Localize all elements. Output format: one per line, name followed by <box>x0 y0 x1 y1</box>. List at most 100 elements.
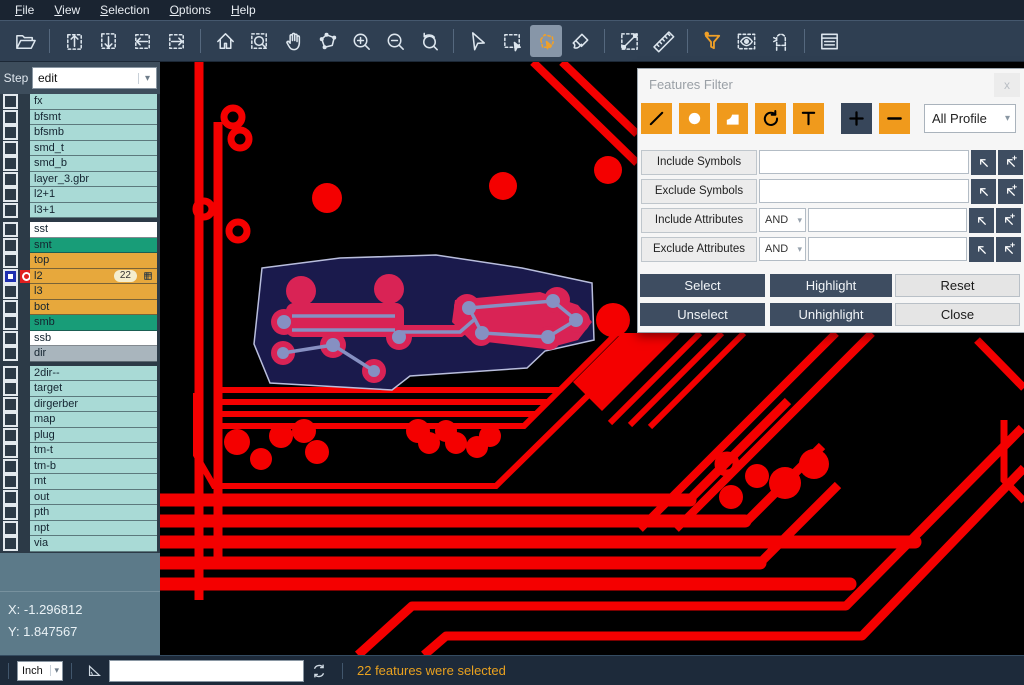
layer-checkbox[interactable] <box>3 238 18 253</box>
features-filter-icon[interactable] <box>696 25 728 57</box>
layer-row-pth[interactable]: pth <box>0 505 160 521</box>
layer-checkbox[interactable] <box>3 284 18 299</box>
layer-row-smd_b[interactable]: smd_b <box>0 156 160 172</box>
close-icon[interactable]: x <box>994 73 1020 97</box>
layer-row-via[interactable]: via <box>0 536 160 552</box>
layer-row-plug[interactable]: plug <box>0 428 160 444</box>
layer-label[interactable]: 2dir-- <box>30 366 157 382</box>
select-button[interactable]: Select <box>640 274 765 297</box>
line-tool-button[interactable] <box>641 103 672 134</box>
brush-icon[interactable] <box>564 25 596 57</box>
layer-label[interactable]: smd_b <box>30 156 157 172</box>
layer-row-l3+1[interactable]: l3+1 <box>0 203 160 219</box>
menu-options[interactable]: Options <box>161 1 220 19</box>
layer-row-l2[interactable]: l222 <box>0 269 160 285</box>
layer-row-fx[interactable]: fx <box>0 94 160 110</box>
layer-row-l2+1[interactable]: l2+1 <box>0 187 160 203</box>
pick-from-canvas-button[interactable] <box>971 179 996 204</box>
close-button[interactable]: Close <box>895 303 1020 326</box>
layer-row-dirgerber[interactable]: dirgerber <box>0 397 160 413</box>
reset-button[interactable]: Reset <box>895 274 1020 297</box>
layer-row-l3[interactable]: l3 <box>0 284 160 300</box>
filter-value-input[interactable] <box>808 208 967 232</box>
home-icon[interactable] <box>209 25 241 57</box>
operator-select[interactable]: AND▾ <box>759 237 806 261</box>
layer-row-layer_3.gbr[interactable]: layer_3.gbr <box>0 172 160 188</box>
layer-checkbox[interactable] <box>3 381 18 396</box>
exclude-symbols-button[interactable]: Exclude Symbols <box>641 179 757 204</box>
add-button[interactable] <box>841 103 872 134</box>
layer-checkbox[interactable] <box>3 366 18 381</box>
layer-label[interactable]: dirgerber <box>30 397 157 413</box>
profile-select[interactable]: All Profile ▾ <box>924 104 1016 133</box>
layer-row-smt[interactable]: smt <box>0 238 160 254</box>
layer-row-ssb[interactable]: ssb <box>0 331 160 347</box>
include-symbols-button[interactable]: Include Symbols <box>641 150 757 175</box>
layer-checkbox[interactable] <box>3 110 18 125</box>
step-select[interactable]: edit ▾ <box>32 67 157 89</box>
pan-hand-icon[interactable] <box>277 25 309 57</box>
zoom-previous-icon[interactable] <box>413 25 445 57</box>
layer-checkbox[interactable] <box>3 490 18 505</box>
layer-label[interactable]: via <box>30 536 157 552</box>
layer-row-target[interactable]: target <box>0 381 160 397</box>
layer-checkbox[interactable] <box>3 521 18 536</box>
layer-row-sst[interactable]: sst <box>0 222 160 238</box>
arc-tool-button[interactable] <box>755 103 786 134</box>
layer-checkbox[interactable] <box>3 203 18 218</box>
layer-label[interactable]: layer_3.gbr <box>30 172 157 188</box>
layer-label[interactable]: smb <box>30 315 157 331</box>
layer-checkbox[interactable] <box>3 315 18 330</box>
filter-value-input[interactable] <box>759 179 969 203</box>
view-eye-icon[interactable] <box>730 25 762 57</box>
layer-checkbox[interactable] <box>3 156 18 171</box>
measure-line-icon[interactable] <box>613 25 645 57</box>
layer-row-2dir--[interactable]: 2dir-- <box>0 366 160 382</box>
layer-label[interactable]: bfsmb <box>30 125 157 141</box>
menu-selection[interactable]: Selection <box>91 1 158 19</box>
include-attributes-button[interactable]: Include Attributes <box>641 208 757 233</box>
highlight-button[interactable]: Highlight <box>770 274 892 297</box>
layer-label[interactable]: top <box>30 253 157 269</box>
layer-checkbox[interactable] <box>3 346 18 361</box>
layer-label[interactable]: l222 <box>30 269 157 285</box>
exclude-attributes-button[interactable]: Exclude Attributes <box>641 237 757 262</box>
layer-label[interactable]: npt <box>30 521 157 537</box>
layer-row-smb[interactable]: smb <box>0 315 160 331</box>
layer-checkbox[interactable] <box>3 300 18 315</box>
layer-row-bot[interactable]: bot <box>0 300 160 316</box>
layer-row-dir[interactable]: dir <box>0 346 160 362</box>
layer-checkbox[interactable] <box>3 331 18 346</box>
zoom-in-icon[interactable] <box>345 25 377 57</box>
layer-label[interactable]: out <box>30 490 157 506</box>
layers-form-icon[interactable] <box>813 25 845 57</box>
pick-from-canvas-button[interactable] <box>971 150 996 175</box>
layer-label[interactable]: tm-t <box>30 443 157 459</box>
layer-label[interactable]: target <box>30 381 157 397</box>
polygon-select-icon[interactable] <box>530 25 562 57</box>
zoom-window-icon[interactable] <box>243 25 275 57</box>
layer-checkbox[interactable] <box>3 412 18 427</box>
layer-label[interactable]: fx <box>30 94 157 110</box>
select-cursor-icon[interactable] <box>462 25 494 57</box>
move-down-icon[interactable] <box>92 25 124 57</box>
layer-checkbox[interactable] <box>3 187 18 202</box>
layer-row-tm-t[interactable]: tm-t <box>0 443 160 459</box>
move-left-icon[interactable] <box>126 25 158 57</box>
layer-checkbox[interactable] <box>3 536 18 551</box>
grid-icon[interactable] <box>143 271 153 281</box>
layer-label[interactable]: tm-b <box>30 459 157 475</box>
layer-checkbox[interactable] <box>3 94 18 109</box>
layer-checkbox[interactable] <box>3 253 18 268</box>
layer-label[interactable]: l3+1 <box>30 203 157 219</box>
layer-checkbox[interactable] <box>3 443 18 458</box>
snap-magnet-icon[interactable] <box>764 25 796 57</box>
layer-label[interactable]: dir <box>30 346 157 362</box>
corner-ruler-icon[interactable] <box>86 662 103 679</box>
layer-label[interactable]: plug <box>30 428 157 444</box>
operator-select[interactable]: AND▾ <box>759 208 806 232</box>
layer-row-mt[interactable]: mt <box>0 474 160 490</box>
filter-value-input[interactable] <box>759 150 969 174</box>
remove-button[interactable] <box>879 103 910 134</box>
pick-add-from-canvas-button[interactable] <box>998 150 1023 175</box>
